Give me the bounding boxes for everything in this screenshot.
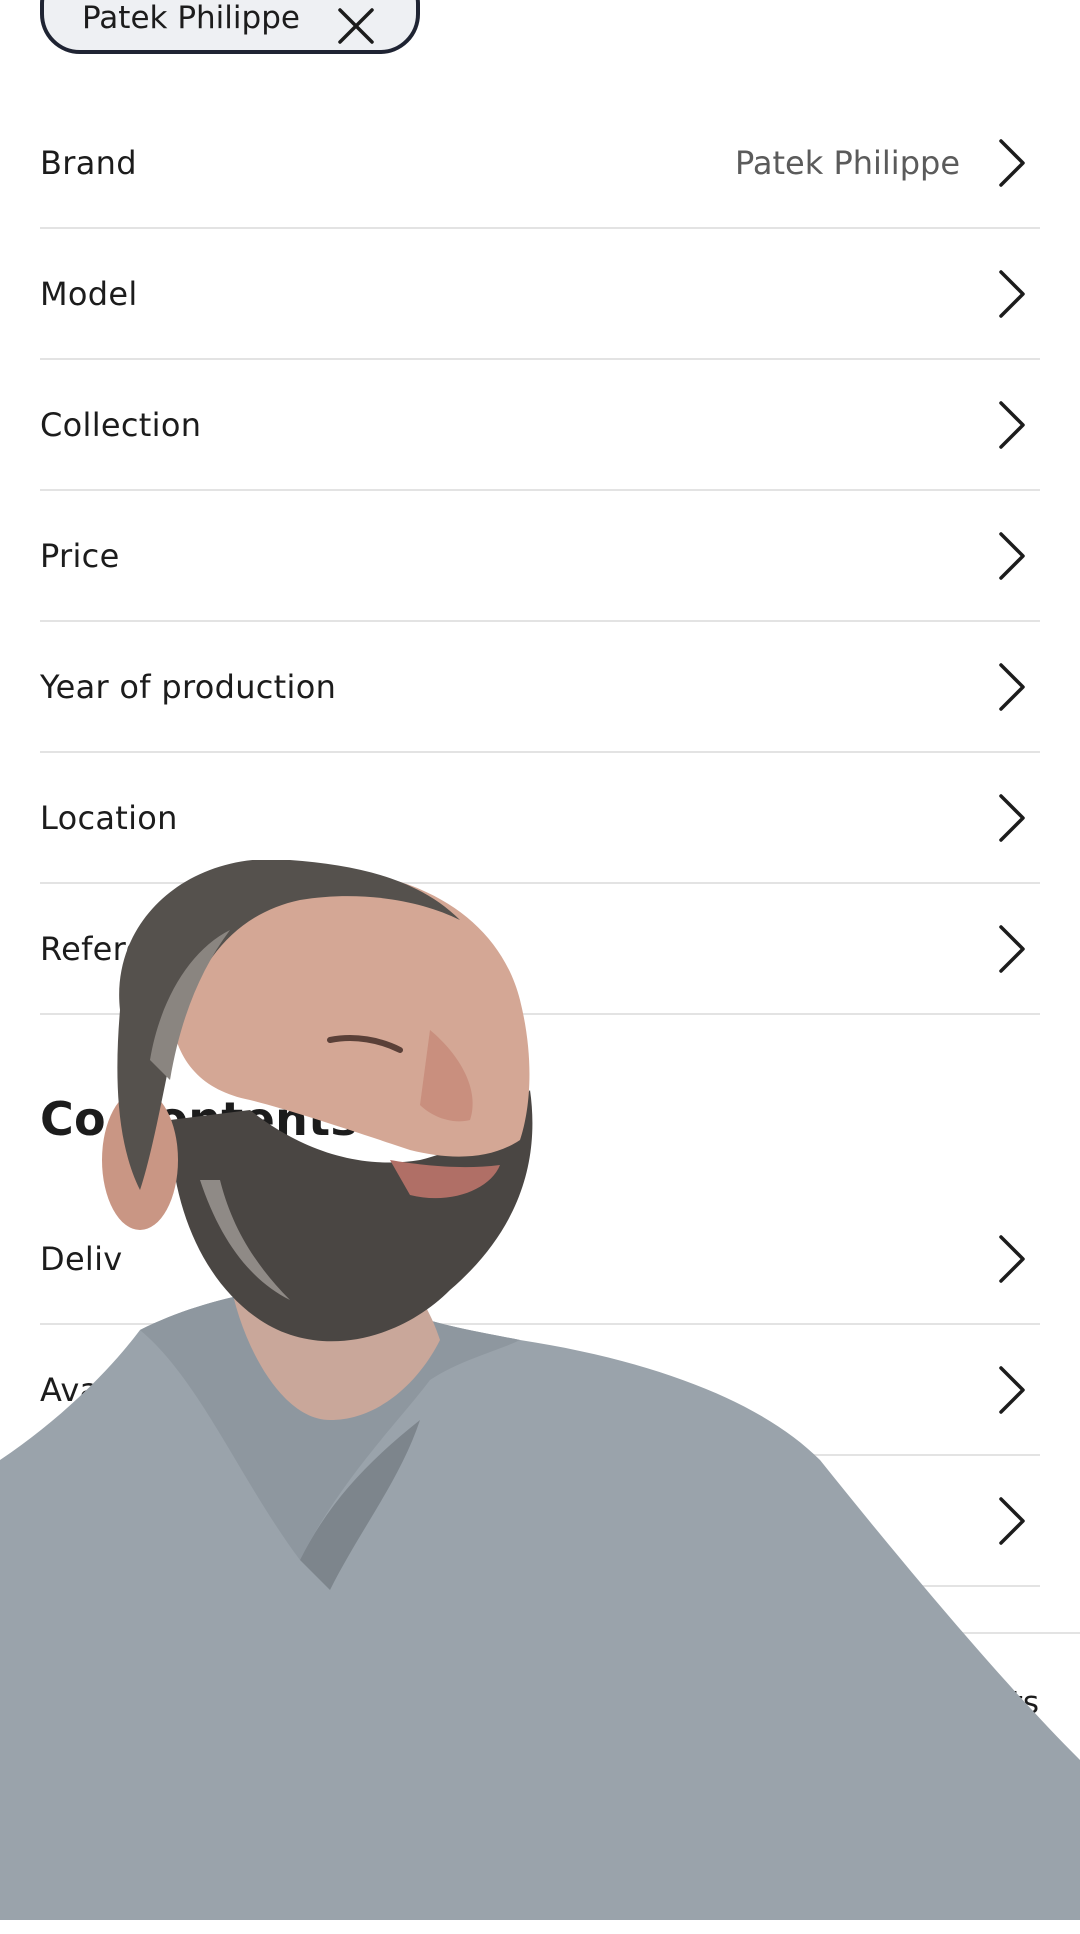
filter-row-label: Location <box>40 798 178 837</box>
filter-chip-label: Patek Philippe <box>82 0 300 36</box>
filter-row-value: Patek Philippe <box>735 143 960 182</box>
presenter-video-overlay <box>0 860 1080 1920</box>
filter-row-label: Brand <box>40 143 137 182</box>
filter-row-label: Model <box>40 274 138 313</box>
chevron-right-icon <box>999 138 1025 187</box>
filter-row-label: Collection <box>40 405 202 444</box>
filter-row-year-of-production[interactable]: Year of production <box>40 622 1040 753</box>
close-icon[interactable] <box>336 6 376 46</box>
filter-row-price[interactable]: Price <box>40 491 1040 622</box>
selected-filter-chip[interactable]: Patek Philippe <box>40 0 420 54</box>
chevron-right-icon <box>999 400 1025 449</box>
filter-row-model[interactable]: Model <box>40 229 1040 360</box>
filter-row-collection[interactable]: Collection <box>40 360 1040 491</box>
chevron-right-icon <box>999 793 1025 842</box>
filter-row-brand[interactable]: Brand Patek Philippe <box>40 98 1040 229</box>
chevron-right-icon <box>999 531 1025 580</box>
filter-row-label: Year of production <box>40 667 337 706</box>
filter-row-label: Price <box>40 536 120 575</box>
chevron-right-icon <box>999 269 1025 318</box>
chevron-right-icon <box>999 662 1025 711</box>
